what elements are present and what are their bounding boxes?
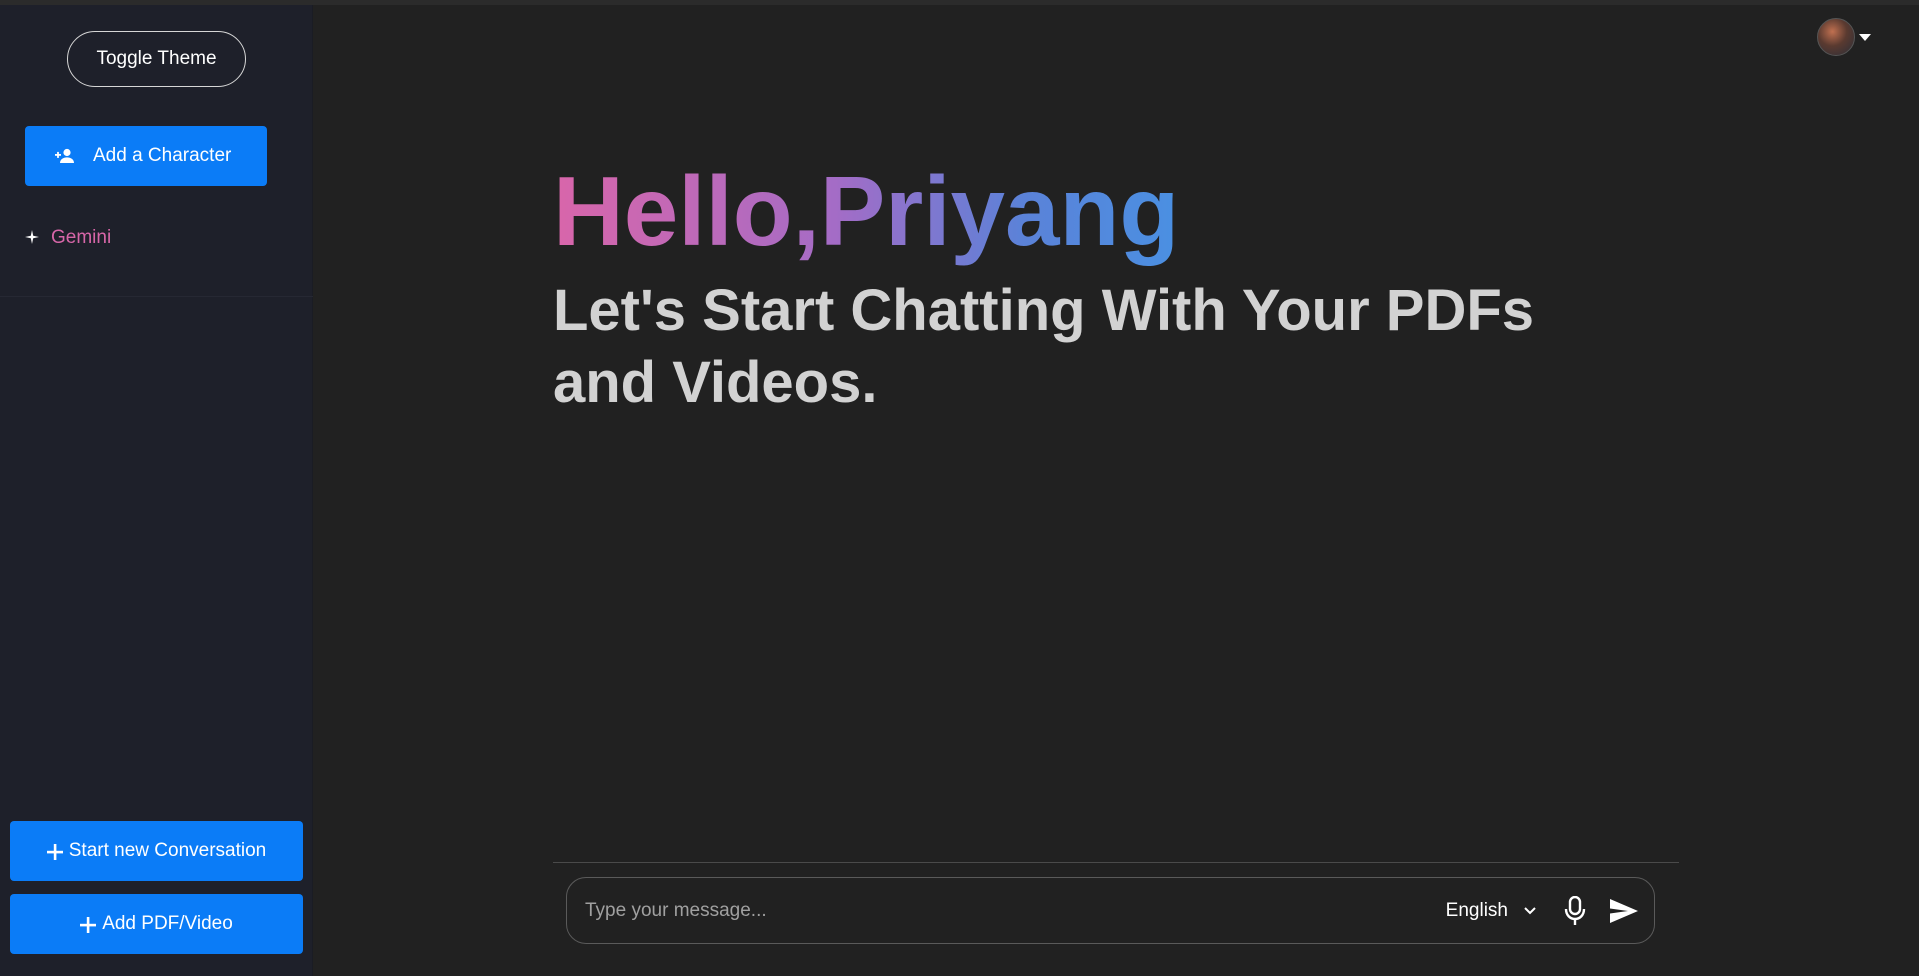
start-new-conversation-button[interactable]: Start new Conversation	[10, 821, 303, 881]
character-item-gemini[interactable]: Gemini	[25, 223, 111, 253]
send-icon[interactable]	[1610, 898, 1638, 923]
microphone-icon[interactable]	[1564, 895, 1586, 926]
language-select[interactable]: English	[1446, 900, 1536, 922]
greeting-subtitle: Let's Start Chatting With Your PDFs and …	[553, 278, 1535, 415]
greeting-title: Hello,Priyang	[553, 156, 1180, 266]
chat-input-bar: English	[566, 877, 1655, 944]
add-person-icon	[55, 148, 75, 164]
sidebar-divider	[0, 296, 313, 297]
user-menu[interactable]	[1817, 18, 1871, 56]
add-character-label: Add a Character	[93, 145, 232, 166]
add-pdf-video-label: Add PDF/Video	[102, 913, 233, 934]
start-new-conversation-label: Start new Conversation	[68, 840, 267, 861]
sparkle-icon	[25, 228, 39, 249]
add-pdf-video-button[interactable]: Add PDF/Video	[10, 894, 303, 954]
add-character-button[interactable]: Add a Character	[25, 126, 267, 186]
input-divider	[553, 862, 1679, 863]
sidebar: Toggle Theme Add a Character Gemini Star…	[0, 5, 313, 976]
user-avatar[interactable]	[1817, 18, 1855, 56]
message-input[interactable]	[567, 878, 1446, 943]
caret-down-icon[interactable]	[1859, 33, 1871, 41]
chevron-down-icon	[1524, 906, 1536, 915]
plus-icon	[80, 911, 97, 937]
toggle-theme-button[interactable]: Toggle Theme	[67, 31, 246, 87]
character-name: Gemini	[51, 227, 112, 248]
plus-icon	[46, 838, 63, 864]
app-window: Toggle Theme Add a Character Gemini Star…	[0, 5, 1919, 976]
language-label: English	[1445, 899, 1508, 921]
